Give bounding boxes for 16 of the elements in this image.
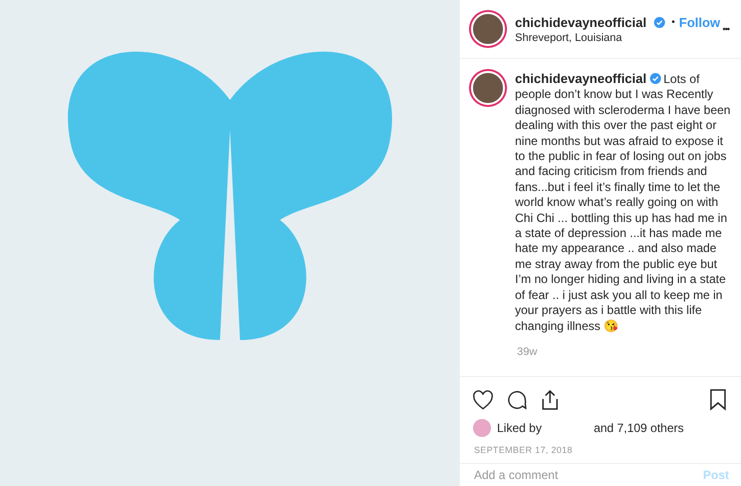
comment-icon[interactable] — [506, 389, 528, 411]
share-icon[interactable] — [540, 389, 560, 411]
likes-count-link[interactable]: and 7,109 others — [594, 421, 684, 435]
post-age: 39w — [517, 346, 538, 358]
more-options-button[interactable]: ••• — [722, 24, 729, 34]
username-link[interactable]: chichidevayneofficial — [515, 14, 646, 30]
separator-dot: • — [672, 16, 676, 28]
like-heart-icon[interactable] — [472, 390, 494, 410]
avatar[interactable] — [471, 12, 505, 46]
post-date: SEPTEMBER 17, 2018 — [473, 444, 574, 457]
username-link[interactable]: chichidevayneofficial — [515, 71, 646, 86]
bookmark-icon[interactable] — [709, 389, 727, 411]
caption-text: chichidevayneofficial Lots of people don’t know but I was Recently diagnosed with scleroderma I have been dealing with this over the past eight or nine months but was afraid to expose it to the public in fear of losing out on jobs and facing criticism from friends and fans...but i feel it’s finally time to let the world know what’s really going on with Chi Chi ... bottling this up has had me in a state of depression ...it has made me hate my appearance .. and also made me stray away from the public eye but I’m no longer hiding and living in a state of fear .. i just ask you all to keep me in your prayers as i battle with this life changing illness 😘 — [515, 71, 732, 334]
avatar[interactable] — [471, 71, 505, 105]
liked-by-text: Liked by — [497, 421, 542, 435]
location-link[interactable]: Shreveport, Louisiana — [515, 32, 713, 44]
